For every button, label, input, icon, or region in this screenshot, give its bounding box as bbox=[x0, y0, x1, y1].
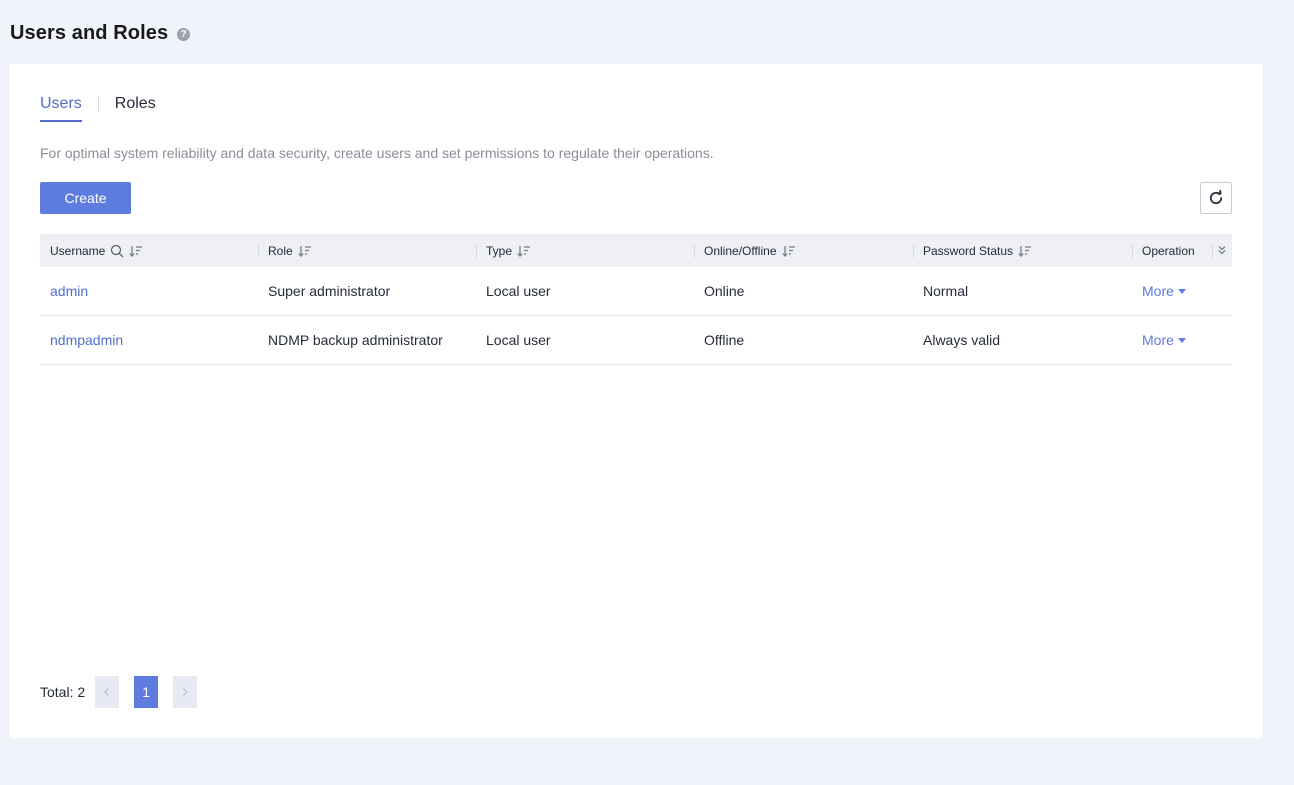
password-status-cell: Normal bbox=[923, 283, 969, 299]
sort-icon[interactable] bbox=[517, 244, 531, 258]
more-label: More bbox=[1142, 283, 1174, 299]
chevron-left-icon bbox=[104, 688, 110, 696]
double-chevron-down-icon bbox=[1218, 245, 1226, 254]
column-header-username: Username bbox=[40, 234, 258, 267]
column-label: Password Status bbox=[923, 243, 1014, 258]
column-settings-toggle[interactable] bbox=[1212, 234, 1232, 267]
type-cell: Local user bbox=[486, 283, 551, 299]
password-status-cell: Always valid bbox=[923, 332, 1001, 348]
more-label: More bbox=[1142, 332, 1174, 348]
column-divider bbox=[258, 245, 259, 258]
total-count: Total: 2 bbox=[40, 684, 86, 700]
tab-bar: Users Roles bbox=[40, 94, 156, 122]
column-label: Online/Offline bbox=[704, 243, 777, 258]
online-status-cell: Online bbox=[704, 283, 745, 299]
column-label: Role bbox=[268, 243, 293, 258]
sort-icon[interactable] bbox=[1018, 244, 1032, 258]
column-divider bbox=[1212, 245, 1213, 258]
table-header: Username Role Type Online/Offline Passwo… bbox=[40, 234, 1232, 267]
prev-page-button[interactable] bbox=[95, 676, 120, 708]
column-header-password-status: Password Status bbox=[913, 234, 1132, 267]
column-divider bbox=[694, 245, 695, 258]
column-divider bbox=[476, 245, 477, 258]
username-link[interactable]: ndmpadmin bbox=[50, 332, 123, 348]
search-icon[interactable] bbox=[110, 244, 124, 258]
create-button[interactable]: Create bbox=[40, 182, 131, 214]
tab-roles[interactable]: Roles bbox=[115, 94, 156, 120]
chevron-right-icon bbox=[183, 688, 188, 696]
sort-icon[interactable] bbox=[781, 244, 796, 258]
main-card: Users Roles For optimal system reliabili… bbox=[10, 64, 1262, 738]
column-header-online-offline: Online/Offline bbox=[694, 234, 913, 267]
more-dropdown[interactable]: More bbox=[1142, 332, 1186, 348]
column-label: Type bbox=[486, 243, 513, 258]
online-status-cell: Offline bbox=[704, 332, 745, 348]
column-divider bbox=[913, 245, 914, 258]
table-row: admin Super administrator Local user Onl… bbox=[40, 267, 1232, 316]
refresh-icon bbox=[1209, 189, 1223, 205]
page-title: Users and Roles bbox=[10, 21, 169, 44]
role-cell: Super administrator bbox=[268, 283, 391, 299]
next-page-button[interactable] bbox=[173, 676, 198, 708]
column-divider bbox=[1132, 245, 1133, 258]
role-cell: NDMP backup administrator bbox=[268, 332, 443, 348]
type-cell: Local user bbox=[486, 332, 551, 348]
sort-icon[interactable] bbox=[129, 244, 143, 258]
help-icon[interactable]: ? bbox=[177, 27, 191, 41]
pagination: Total: 2 1 bbox=[40, 676, 198, 708]
tab-divider bbox=[97, 97, 99, 111]
column-header-operation: Operation bbox=[1132, 234, 1212, 267]
column-label: Operation bbox=[1142, 243, 1195, 258]
table-row: ndmpadmin NDMP backup administrator Loca… bbox=[40, 316, 1232, 365]
more-dropdown[interactable]: More bbox=[1142, 283, 1186, 299]
caret-down-icon bbox=[1177, 289, 1186, 294]
operation-cell: More bbox=[1132, 332, 1212, 348]
column-header-role: Role bbox=[258, 234, 476, 267]
column-header-type: Type bbox=[476, 234, 694, 267]
tab-users[interactable]: Users bbox=[40, 94, 82, 122]
operation-cell: More bbox=[1132, 283, 1212, 299]
sort-icon[interactable] bbox=[297, 244, 312, 258]
caret-down-icon bbox=[1177, 338, 1186, 343]
username-link[interactable]: admin bbox=[50, 283, 88, 299]
users-table: Username Role Type Online/Offline Passwo… bbox=[40, 234, 1232, 365]
column-label: Username bbox=[50, 243, 106, 258]
page-header: Users and Roles ? bbox=[10, 19, 191, 47]
intro-text: For optimal system reliability and data … bbox=[40, 145, 714, 161]
refresh-button[interactable] bbox=[1200, 182, 1232, 214]
page-number-button[interactable]: 1 bbox=[134, 676, 159, 708]
